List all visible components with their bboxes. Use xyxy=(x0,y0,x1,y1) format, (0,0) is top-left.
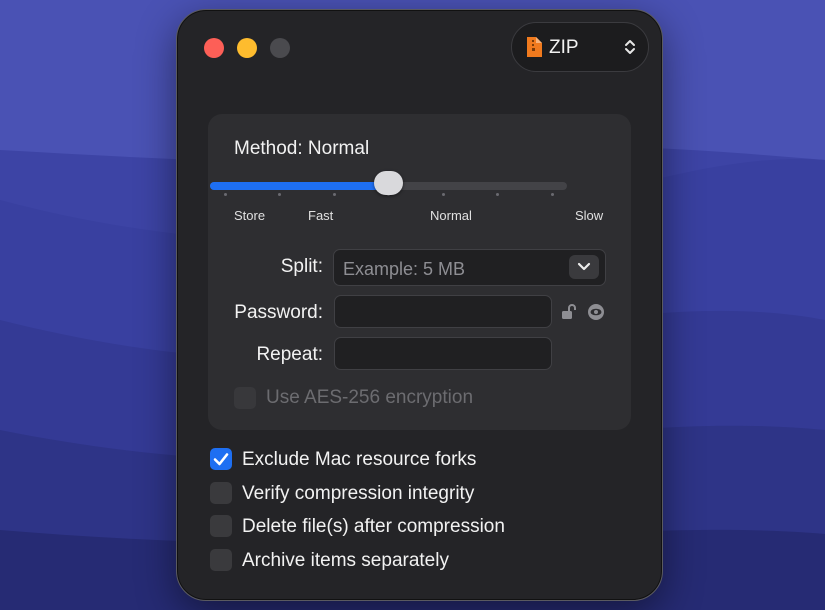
slider-fill xyxy=(210,182,395,190)
slider-thumb[interactable] xyxy=(374,171,403,195)
slider-label-fast: Fast xyxy=(308,208,334,223)
split-label: Split: xyxy=(280,256,323,277)
password-label: Password: xyxy=(234,302,323,323)
slider-tick xyxy=(496,193,499,196)
slider-tick xyxy=(223,193,227,196)
checkmark-icon xyxy=(213,453,229,466)
close-button[interactable] xyxy=(204,38,224,58)
chevron-up-down-icon xyxy=(625,40,635,54)
slider-label-normal: Normal xyxy=(430,208,472,223)
slider-tick xyxy=(332,193,336,196)
exclude-resource-forks-checkbox[interactable] xyxy=(210,448,232,470)
verify-integrity-label: Verify compression integrity xyxy=(242,483,475,504)
exclude-resource-forks-label: Exclude Mac resource forks xyxy=(242,449,477,470)
zoom-button[interactable] xyxy=(270,38,290,58)
delete-after-compression-label: Delete file(s) after compression xyxy=(242,516,505,537)
archive-separately-label: Archive items separately xyxy=(242,550,449,571)
zip-file-icon xyxy=(527,37,542,57)
split-dropdown-button[interactable] xyxy=(569,255,599,279)
verify-integrity-checkbox[interactable] xyxy=(210,482,232,504)
split-field[interactable]: Example: 5 MB xyxy=(333,249,606,286)
method-label: Method: Normal xyxy=(234,138,370,159)
chevron-down-icon xyxy=(577,262,591,271)
repeat-password-field[interactable] xyxy=(334,337,552,370)
delete-after-compression-checkbox[interactable] xyxy=(210,515,232,537)
password-field[interactable] xyxy=(334,295,552,328)
archive-separately-checkbox[interactable] xyxy=(210,549,232,571)
slider-tick xyxy=(441,193,445,196)
compression-method-slider[interactable] xyxy=(210,171,567,196)
slider-tick xyxy=(278,193,281,196)
minimize-button[interactable] xyxy=(237,38,257,58)
eye-icon[interactable] xyxy=(587,303,605,321)
repeat-label: Repeat: xyxy=(256,344,323,365)
slider-label-slow: Slow xyxy=(575,208,604,223)
unlock-icon[interactable] xyxy=(561,303,579,321)
slider-label-store: Store xyxy=(234,208,266,223)
aes-encryption-checkbox[interactable] xyxy=(234,387,256,409)
compression-window: ZIP Method: Normal Store Fast Normal Slo… xyxy=(176,9,663,601)
split-placeholder: Example: 5 MB xyxy=(343,259,466,279)
slider-tick xyxy=(550,193,554,196)
format-selector[interactable]: ZIP xyxy=(511,22,649,72)
format-label: ZIP xyxy=(549,37,579,58)
aes-encryption-label: Use AES-256 encryption xyxy=(266,387,474,408)
